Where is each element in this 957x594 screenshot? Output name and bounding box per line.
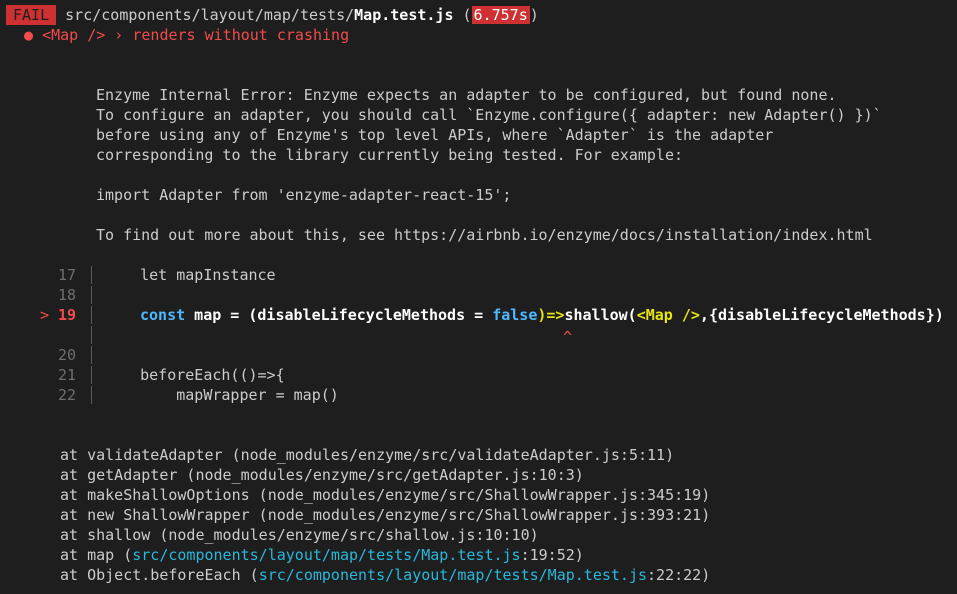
stack-frame-link[interactable]: src/components/layout/map/tests/Map.test… [132,546,520,564]
terminal-output: FAIL src/components/layout/map/tests/Map… [0,0,957,594]
gutter-divider [91,386,92,404]
error-message-line: before using any of Enzyme's top level A… [96,126,774,144]
duration-badge: 6.757s [471,6,530,24]
gutter-divider [91,306,92,324]
time-close: ) [529,6,539,24]
line-number: 20 [58,346,77,364]
gutter-divider [91,326,92,344]
error-caret: ^ [563,328,573,346]
fail-bullet-icon: ● [24,26,34,44]
test-file-name: Map.test.js [354,6,454,24]
line-number: 22 [58,386,77,404]
gutter-divider [91,346,92,364]
line-number: 17 [58,266,77,284]
stack-frame: at validateAdapter (node_modules/enzyme/… [60,446,675,464]
test-file-header: FAIL src/components/layout/map/tests/Map… [6,5,539,25]
gutter-divider [91,366,92,384]
gutter-divider [91,266,92,284]
test-file-dir: src/components/layout/map/tests/ [65,6,355,24]
stack-frame: at makeShallowOptions (node_modules/enzy… [60,486,711,504]
stack-frame: at shallow (node_modules/enzyme/src/shal… [60,526,539,544]
stack-frame: at map (src/components/layout/map/tests/… [60,546,584,564]
error-message-line: import Adapter from 'enzyme-adapter-reac… [96,186,512,204]
error-message-line: To find out more about this, see https:/… [96,226,873,244]
test-title-line: ● <Map /> › renders without crashing [24,25,349,45]
line-number: 19 [58,306,77,324]
stack-frame: at Object.beforeEach (src/components/lay… [60,566,711,584]
stack-frame: at new ShallowWrapper (node_modules/enzy… [60,506,711,524]
error-line-marker: > [40,306,50,324]
time-open: ( [453,6,472,24]
code-line: beforeEach(()=>{ [104,366,285,384]
error-message-line: corresponding to the library currently b… [96,146,683,164]
error-message-line: To configure an adapter, you should call… [96,106,882,124]
code-line: mapWrapper = map() [104,386,339,404]
stack-frame-link[interactable]: src/components/layout/map/tests/Map.test… [259,566,647,584]
status-badge: FAIL [6,5,57,25]
stack-frame: at getAdapter (node_modules/enzyme/src/g… [60,466,584,484]
line-number: 18 [58,286,77,304]
error-message-line: Enzyme Internal Error: Enzyme expects an… [96,86,837,104]
code-line-highlighted: const map = (disableLifecycleMethods = f… [140,306,944,324]
code-line: let mapInstance [104,266,276,284]
line-number: 21 [58,366,77,384]
gutter-divider [91,286,92,304]
test-title: <Map /> › renders without crashing [42,26,350,44]
